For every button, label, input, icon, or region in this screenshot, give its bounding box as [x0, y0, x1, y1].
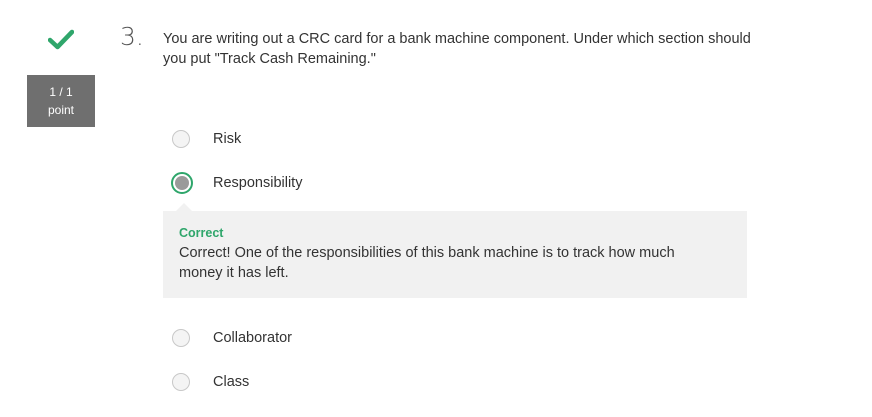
option-class[interactable]: Class — [172, 369, 249, 395]
score-value: 1 / 1 — [49, 85, 73, 99]
option-responsibility[interactable]: Responsibility — [171, 170, 303, 196]
radio-button[interactable] — [172, 373, 190, 391]
feedback-panel: Correct Correct! One of the responsibili… — [163, 203, 747, 298]
radio-button-selected[interactable] — [171, 172, 193, 194]
radio-dot — [175, 176, 189, 190]
feedback-pointer — [176, 203, 192, 211]
radio-button[interactable] — [172, 130, 190, 148]
radio-button[interactable] — [172, 329, 190, 347]
option-label: Responsibility — [213, 175, 303, 191]
option-collaborator[interactable]: Collaborator — [172, 325, 292, 351]
option-risk[interactable]: Risk — [172, 126, 241, 152]
feedback-title: Correct — [179, 226, 224, 240]
question-number: 3. — [120, 22, 144, 51]
option-label: Risk — [213, 131, 242, 147]
checkmark-icon — [48, 29, 74, 50]
option-label: Class — [213, 374, 250, 390]
question-text: You are writing out a CRC card for a ban… — [163, 31, 751, 67]
option-label: Collaborator — [213, 330, 292, 346]
score-unit: point — [47, 103, 75, 117]
feedback-text: Correct! One of the responsibilities of … — [179, 245, 675, 281]
score-badge: 1 / 1 point — [27, 75, 95, 127]
